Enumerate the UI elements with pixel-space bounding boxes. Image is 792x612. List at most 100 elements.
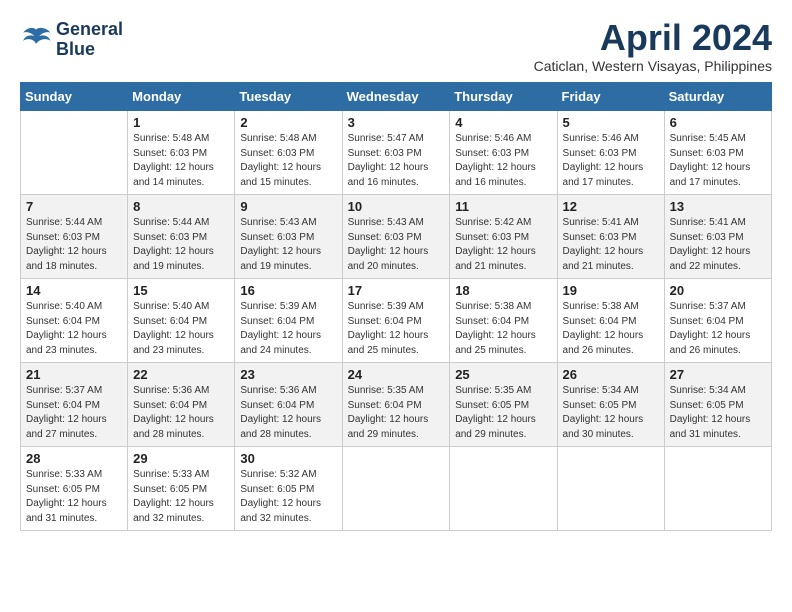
day-number: 5	[563, 115, 659, 130]
day-number: 25	[455, 367, 551, 382]
logo-bird-icon	[20, 26, 52, 54]
logo: General Blue	[20, 20, 123, 60]
header-tuesday: Tuesday	[235, 83, 342, 111]
day-number: 28	[26, 451, 122, 466]
calendar-cell: 10 Sunrise: 5:43 AMSunset: 6:03 PMDayligh…	[342, 195, 450, 279]
header-friday: Friday	[557, 83, 664, 111]
calendar-cell: 9Sunrise: 5:43 AMSunset: 6:03 PMDaylight…	[235, 195, 342, 279]
day-number: 13	[670, 199, 766, 214]
day-number: 20	[670, 283, 766, 298]
day-info: Sunrise: 5:36 AMSunset: 6:04 PMDaylight:…	[133, 384, 229, 442]
header-monday: Monday	[128, 83, 235, 111]
calendar-cell	[21, 111, 128, 195]
calendar-cell: 28Sunrise: 5:33 AMSunset: 6:05 PMDayligh…	[21, 447, 128, 531]
calendar-cell: 18Sunrise: 5:38 AMSunset: 6:04 PMDayligh…	[450, 279, 557, 363]
day-info: Sunrise: 5:35 AMSunset: 6:05 PMDaylight:…	[455, 384, 551, 442]
day-number: 8	[133, 199, 229, 214]
page-header: General Blue April 2024 Caticlan, Wester…	[20, 20, 772, 74]
calendar-cell: 17 Sunrise: 5:39 AMSunset: 6:04 PMDayligh…	[342, 279, 450, 363]
day-number: 16	[240, 283, 336, 298]
calendar-cell: 16 Sunrise: 5:39 AMSunset: 6:04 PMDayligh…	[235, 279, 342, 363]
calendar-cell: 20Sunrise: 5:37 AMSunset: 6:04 PMDayligh…	[664, 279, 771, 363]
day-number: 29	[133, 451, 229, 466]
calendar-cell: 24 Sunrise: 5:35 AMSunset: 6:04 PMDayligh…	[342, 363, 450, 447]
day-info: Sunrise: 5:34 AMSunset: 6:05 PMDaylight:…	[563, 384, 659, 442]
day-info: Sunrise: 5:33 AMSunset: 6:05 PMDaylight:…	[133, 468, 229, 526]
calendar-cell: 5 Sunrise: 5:46 AMSunset: 6:03 PMDaylight…	[557, 111, 664, 195]
day-number: 4	[455, 115, 551, 130]
day-number: 10	[348, 199, 445, 214]
calendar-cell: 21Sunrise: 5:37 AMSunset: 6:04 PMDayligh…	[21, 363, 128, 447]
day-number: 15	[133, 283, 229, 298]
day-info: Sunrise: 5:40 AMSunset: 6:04 PMDaylight:…	[26, 300, 122, 358]
day-info: Sunrise: 5:47 AMSunset: 6:03 PMDaylight:…	[348, 132, 445, 190]
day-number: 23	[240, 367, 336, 382]
calendar-cell: 23 Sunrise: 5:36 AMSunset: 6:04 PMDayligh…	[235, 363, 342, 447]
day-info: Sunrise: 5:39 AMSunset: 6:04 PMDaylight:…	[240, 300, 336, 358]
calendar-cell: 27 Sunrise: 5:34 AMSunset: 6:05 PMDayligh…	[664, 363, 771, 447]
day-info: Sunrise: 5:35 AMSunset: 6:04 PMDaylight:…	[348, 384, 445, 442]
location-subtitle: Caticlan, Western Visayas, Philippines	[534, 58, 772, 74]
calendar-cell: 1 Sunrise: 5:48 AMSunset: 6:03 PMDaylight…	[128, 111, 235, 195]
day-number: 26	[563, 367, 659, 382]
day-number: 6	[670, 115, 766, 130]
day-number: 1	[133, 115, 229, 130]
day-number: 2	[240, 115, 336, 130]
day-info: Sunrise: 5:43 AMSunset: 6:03 PMDaylight:…	[348, 216, 445, 274]
day-number: 7	[26, 199, 122, 214]
header-saturday: Saturday	[664, 83, 771, 111]
calendar-cell: 7 Sunrise: 5:44 AMSunset: 6:03 PMDaylight…	[21, 195, 128, 279]
month-title: April 2024	[534, 20, 772, 56]
calendar-cell: 3 Sunrise: 5:47 AMSunset: 6:03 PMDaylight…	[342, 111, 450, 195]
day-info: Sunrise: 5:44 AMSunset: 6:03 PMDaylight:…	[26, 216, 122, 274]
calendar-week-row: 7 Sunrise: 5:44 AMSunset: 6:03 PMDaylight…	[21, 195, 772, 279]
day-number: 30	[240, 451, 336, 466]
day-info: Sunrise: 5:36 AMSunset: 6:04 PMDaylight:…	[240, 384, 336, 442]
day-info: Sunrise: 5:48 AMSunset: 6:03 PMDaylight:…	[240, 132, 336, 190]
header-wednesday: Wednesday	[342, 83, 450, 111]
calendar-week-row: 14 Sunrise: 5:40 AMSunset: 6:04 PMDayligh…	[21, 279, 772, 363]
calendar-cell: 11 Sunrise: 5:42 AMSunset: 6:03 PMDayligh…	[450, 195, 557, 279]
day-info: Sunrise: 5:48 AMSunset: 6:03 PMDaylight:…	[133, 132, 229, 190]
logo-text: General Blue	[56, 20, 123, 60]
day-info: Sunrise: 5:45 AMSunset: 6:03 PMDaylight:…	[670, 132, 766, 190]
title-block: April 2024 Caticlan, Western Visayas, Ph…	[534, 20, 772, 74]
day-info: Sunrise: 5:40 AMSunset: 6:04 PMDaylight:…	[133, 300, 229, 358]
calendar-cell	[557, 447, 664, 531]
calendar-cell: 15 Sunrise: 5:40 AMSunset: 6:04 PMDayligh…	[128, 279, 235, 363]
calendar-cell: 29 Sunrise: 5:33 AMSunset: 6:05 PMDayligh…	[128, 447, 235, 531]
day-info: Sunrise: 5:34 AMSunset: 6:05 PMDaylight:…	[670, 384, 766, 442]
day-info: Sunrise: 5:41 AMSunset: 6:03 PMDaylight:…	[563, 216, 659, 274]
day-number: 24	[348, 367, 445, 382]
calendar-cell: 30 Sunrise: 5:32 AMSunset: 6:05 PMDayligh…	[235, 447, 342, 531]
header-thursday: Thursday	[450, 83, 557, 111]
day-number: 18	[455, 283, 551, 298]
calendar-week-row: 1 Sunrise: 5:48 AMSunset: 6:03 PMDaylight…	[21, 111, 772, 195]
calendar-week-row: 28 Sunrise: 5:33 AMSunset: 6:05 PMDayligh…	[21, 447, 772, 531]
calendar-cell: 2 Sunrise: 5:48 AMSunset: 6:03 PMDaylight…	[235, 111, 342, 195]
day-number: 19	[563, 283, 659, 298]
calendar-cell	[450, 447, 557, 531]
calendar-cell	[664, 447, 771, 531]
calendar-cell: 4Sunrise: 5:46 AMSunset: 6:03 PMDaylight…	[450, 111, 557, 195]
header-sunday: Sunday	[21, 83, 128, 111]
calendar-table: SundayMondayTuesdayWednesdayThursdayFrid…	[20, 82, 772, 531]
day-info: Sunrise: 5:39 AMSunset: 6:04 PMDaylight:…	[348, 300, 445, 358]
day-info: Sunrise: 5:46 AMSunset: 6:03 PMDaylight:…	[563, 132, 659, 190]
day-info: Sunrise: 5:43 AMSunset: 6:03 PMDaylight:…	[240, 216, 336, 274]
day-number: 11	[455, 199, 551, 214]
day-number: 14	[26, 283, 122, 298]
calendar-cell: 19 Sunrise: 5:38 AMSunset: 6:04 PMDayligh…	[557, 279, 664, 363]
day-number: 27	[670, 367, 766, 382]
day-info: Sunrise: 5:42 AMSunset: 6:03 PMDaylight:…	[455, 216, 551, 274]
calendar-cell: 8Sunrise: 5:44 AMSunset: 6:03 PMDaylight…	[128, 195, 235, 279]
day-info: Sunrise: 5:38 AMSunset: 6:04 PMDaylight:…	[563, 300, 659, 358]
day-number: 17	[348, 283, 445, 298]
day-info: Sunrise: 5:37 AMSunset: 6:04 PMDaylight:…	[26, 384, 122, 442]
day-number: 22	[133, 367, 229, 382]
day-info: Sunrise: 5:32 AMSunset: 6:05 PMDaylight:…	[240, 468, 336, 526]
calendar-week-row: 21Sunrise: 5:37 AMSunset: 6:04 PMDayligh…	[21, 363, 772, 447]
calendar-header-row: SundayMondayTuesdayWednesdayThursdayFrid…	[21, 83, 772, 111]
calendar-cell: 6 Sunrise: 5:45 AMSunset: 6:03 PMDaylight…	[664, 111, 771, 195]
day-number: 3	[348, 115, 445, 130]
